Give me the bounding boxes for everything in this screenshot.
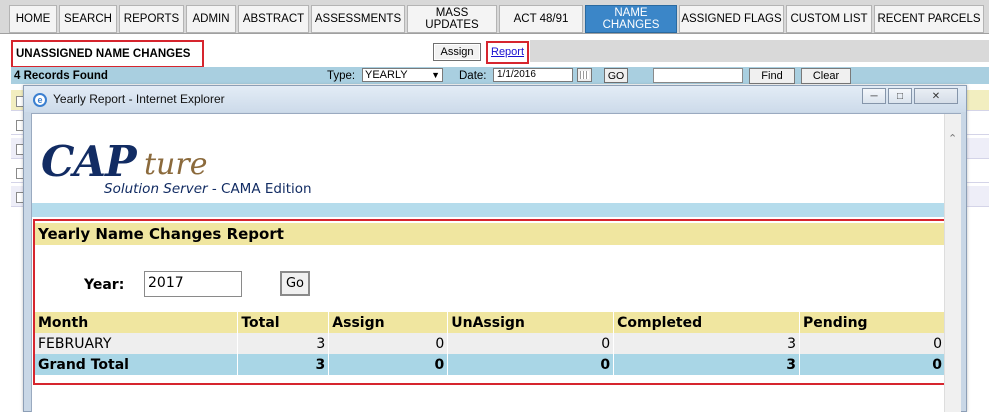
cell-total-completed: 3 — [613, 354, 801, 375]
col-header-unassign: UnAssign — [447, 312, 615, 333]
type-select-value: YEARLY — [365, 69, 408, 81]
type-label: Type: — [327, 70, 356, 82]
report-link[interactable]: Report — [491, 46, 524, 58]
header-divider — [32, 203, 944, 217]
maximize-icon: □ — [896, 90, 904, 102]
vertical-scrollbar[interactable]: ⌃ — [944, 114, 961, 412]
scroll-up-icon[interactable]: ⌃ — [948, 132, 957, 145]
popup-title: Yearly Report - Internet Explorer — [53, 92, 225, 106]
close-button[interactable]: ✕ — [914, 88, 958, 104]
cell-total-total: 3 — [237, 354, 330, 375]
minimize-icon: ─ — [870, 90, 878, 102]
col-header-completed: Completed — [613, 312, 801, 333]
calendar-icon[interactable] — [577, 68, 592, 82]
logo-edition: - CAMA Edition — [207, 181, 312, 197]
report-section: Yearly Name Changes Report Year: 2017 Go… — [33, 219, 950, 385]
tab-custom-list[interactable]: CUSTOM LIST — [786, 5, 872, 33]
cell-total: 3 — [237, 333, 330, 354]
cell-pending: 0 — [799, 333, 946, 354]
year-label: Year: — [84, 277, 125, 293]
year-input[interactable]: 2017 — [144, 271, 242, 297]
type-select[interactable]: YEARLY ▼ — [362, 68, 443, 82]
records-count: 4 Records Found — [14, 70, 108, 82]
tab-assessments[interactable]: ASSESSMENTS — [311, 5, 405, 33]
tab-mass-updates[interactable]: MASS UPDATES — [407, 5, 497, 33]
tab-abstract[interactable]: ABSTRACT — [238, 5, 309, 33]
maximize-button[interactable]: □ — [888, 88, 912, 104]
col-header-total: Total — [237, 312, 330, 333]
tab-reports[interactable]: REPORTS — [119, 5, 184, 33]
report-heading: Yearly Name Changes Report — [35, 223, 946, 245]
toolbar-background — [530, 40, 989, 62]
cell-assign: 0 — [328, 333, 449, 354]
internet-explorer-icon: e — [33, 93, 47, 107]
minimize-button[interactable]: ─ — [862, 88, 886, 104]
chevron-down-icon: ▼ — [431, 70, 440, 80]
capture-logo-script: ture — [144, 147, 208, 182]
tab-recent-parcels[interactable]: RECENT PARCELS — [874, 5, 984, 33]
cell-completed: 3 — [613, 333, 801, 354]
year-go-button[interactable]: Go — [280, 271, 310, 296]
tab-act-48-91[interactable]: ACT 48/91 — [499, 5, 583, 33]
tab-search[interactable]: SEARCH — [59, 5, 117, 33]
col-header-pending: Pending — [799, 312, 946, 333]
screen: HOME SEARCH REPORTS ADMIN ABSTRACT ASSES… — [0, 0, 989, 412]
report-popup-window: e Yearly Report - Internet Explorer ─ □ … — [23, 85, 967, 412]
cell-unassign: 0 — [447, 333, 615, 354]
go-button[interactable]: GO — [604, 68, 628, 83]
find-button[interactable]: Find — [749, 68, 795, 84]
logo-subtitle-main: Solution Server — [104, 181, 208, 197]
date-input[interactable]: 1/1/2016 — [493, 68, 573, 82]
cell-total-pending: 0 — [799, 354, 946, 375]
popup-content: CAP ture Solution Server - CAMA Edition … — [31, 113, 961, 412]
search-input[interactable] — [653, 68, 743, 83]
cell-total-label: Grand Total — [35, 354, 239, 375]
close-icon: ✕ — [931, 90, 941, 102]
cell-month: FEBRUARY — [35, 333, 239, 354]
assign-button[interactable]: Assign — [433, 43, 481, 61]
top-nav: HOME SEARCH REPORTS ADMIN ABSTRACT ASSES… — [0, 0, 989, 34]
tab-admin[interactable]: ADMIN — [186, 5, 236, 33]
table-header-row: Month Total Assign UnAssign Completed Pe… — [35, 312, 946, 333]
capture-logo-main: CAP — [41, 137, 137, 186]
tab-assigned-flags[interactable]: ASSIGNED FLAGS — [679, 5, 784, 33]
date-label: Date: — [459, 70, 487, 82]
table-row: FEBRUARY 3 0 0 3 0 — [35, 333, 946, 354]
page-title: UNASSIGNED NAME CHANGES — [11, 40, 204, 68]
cell-total-unassign: 0 — [447, 354, 615, 375]
col-header-month: Month — [35, 312, 239, 333]
col-header-assign: Assign — [328, 312, 449, 333]
tab-name-changes[interactable]: NAME CHANGES — [585, 5, 677, 33]
logo-subtitle: Solution Server - CAMA Edition — [104, 181, 312, 197]
tab-home[interactable]: HOME — [9, 5, 57, 33]
grand-total-row: Grand Total 3 0 0 3 0 — [35, 354, 946, 375]
cell-total-assign: 0 — [328, 354, 449, 375]
popup-titlebar[interactable]: e Yearly Report - Internet Explorer ─ □ … — [24, 86, 966, 112]
clear-button[interactable]: Clear — [801, 68, 851, 84]
report-table: Month Total Assign UnAssign Completed Pe… — [35, 312, 946, 375]
